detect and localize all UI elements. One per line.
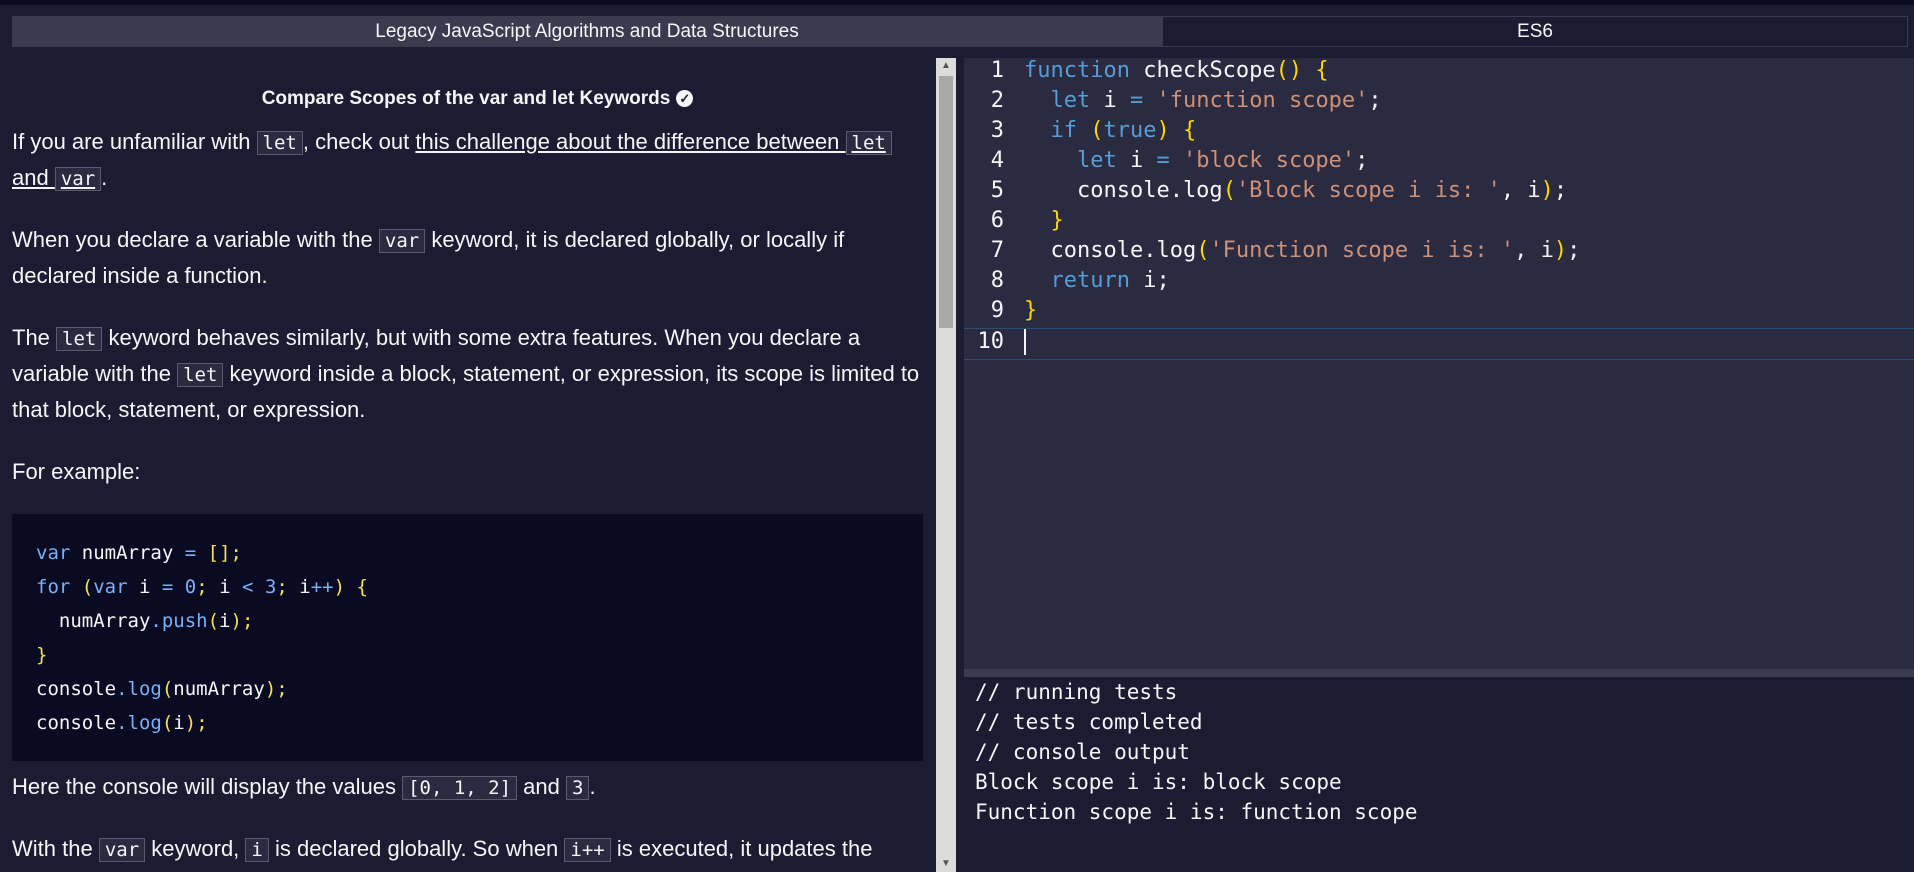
challenge-title: Compare Scopes of the var and let Keywor… (0, 88, 935, 110)
editor-line[interactable]: 6 } (964, 208, 1914, 238)
editor-line[interactable]: 1 function checkScope() { (964, 58, 1914, 88)
editor-line[interactable]: 3 if (true) { (964, 118, 1914, 148)
console-resizer[interactable] (964, 669, 1914, 677)
text: With the (12, 836, 99, 861)
pane-divider[interactable] (956, 58, 964, 872)
inline-code: [0, 1, 2] (402, 776, 518, 800)
editor-line[interactable]: 5 console.log('Block scope i is: ', i); (964, 178, 1914, 208)
inline-code[interactable]: let (845, 131, 892, 155)
inline-code: i (245, 838, 269, 862)
line-number: 4 (990, 148, 1004, 173)
console-line: // console output (975, 740, 1190, 764)
scrollbar-thumb[interactable] (939, 76, 953, 328)
line-number: 8 (990, 268, 1004, 293)
paragraph-var-global: With the var keyword, i is declared glob… (12, 831, 927, 867)
console-line: Block scope i is: block scope (975, 770, 1342, 794)
instructions-scrollbar[interactable]: ▲ ▼ (936, 58, 956, 872)
line-number: 2 (990, 88, 1004, 113)
code-editor[interactable]: 1 function checkScope() { 2 let i = 'func… (964, 58, 1914, 669)
editor-line-active[interactable]: 10 (964, 328, 1914, 360)
editor-line[interactable]: 9} (964, 298, 1914, 328)
text: and (517, 774, 566, 799)
inline-code[interactable]: var (54, 167, 102, 191)
console-line: Function scope i is: function scope (975, 800, 1418, 824)
inline-code: let (177, 363, 224, 387)
line-number: 3 (990, 118, 1004, 143)
inline-code: 3 (565, 776, 590, 800)
paragraph-var: When you declare a variable with the var… (12, 222, 927, 294)
text: The (12, 325, 57, 350)
breadcrumb-subsection[interactable]: ES6 (1162, 16, 1908, 47)
console-line: // running tests (975, 680, 1178, 704)
example-code-block: var numArray = []; for (var i = 0; i < 3… (12, 514, 923, 761)
top-strip (0, 0, 1914, 5)
inline-code: var (98, 838, 146, 862)
console-line: // tests completed (975, 710, 1203, 734)
text: . (589, 774, 596, 799)
line-number: 1 (990, 58, 1004, 83)
paragraph-let: The let keyword behaves similarly, but w… (12, 320, 927, 428)
editor-line[interactable]: 4 let i = 'block scope'; (964, 148, 1914, 178)
paragraph-example-label: For example: (12, 459, 141, 484)
editor-line[interactable]: 2 let i = 'function scope'; (964, 88, 1914, 118)
inline-code: let (256, 131, 303, 155)
breadcrumb: Legacy JavaScript Algorithms and Data St… (12, 16, 1908, 47)
text: keyword, (145, 836, 246, 861)
text: is declared globally. So when (268, 836, 565, 861)
text: When you declare a variable with the (12, 227, 379, 252)
line-number: 9 (990, 298, 1004, 323)
inline-code: let (56, 327, 103, 351)
inline-code: var (378, 229, 426, 253)
breadcrumb-section[interactable]: Legacy JavaScript Algorithms and Data St… (12, 16, 1162, 47)
paragraph-intro: If you are unfamiliar with let, check ou… (12, 124, 927, 196)
scroll-up-arrow-icon[interactable]: ▲ (936, 58, 956, 74)
text: . (101, 165, 108, 190)
scroll-down-arrow-icon[interactable]: ▼ (936, 856, 956, 872)
link-text[interactable]: and (12, 165, 55, 190)
inline-code: i++ (564, 838, 611, 862)
line-number: 7 (990, 238, 1004, 263)
console-output: // running tests // tests completed // c… (964, 677, 1914, 872)
editor-line[interactable]: 8 return i; (964, 268, 1914, 298)
text-caret (1024, 329, 1026, 355)
editor-line[interactable]: 7 console.log('Function scope i is: ', i… (964, 238, 1914, 268)
check-circle-icon: ✓ (676, 90, 694, 107)
line-number: 10 (977, 329, 1005, 354)
line-number: 5 (990, 178, 1004, 203)
paragraph-console-values: Here the console will display the values… (12, 769, 927, 805)
line-number: 6 (990, 208, 1004, 233)
link-text[interactable]: this challenge about the difference betw… (415, 129, 845, 154)
text: , check out (302, 129, 416, 154)
text: Here the console will display the values (12, 774, 403, 799)
text: If you are unfamiliar with (12, 129, 257, 154)
instructions-pane: Compare Scopes of the var and let Keywor… (0, 58, 935, 872)
challenge-title-text: Compare Scopes of the var and let Keywor… (261, 88, 671, 109)
text: is executed, it updates the (610, 836, 873, 861)
